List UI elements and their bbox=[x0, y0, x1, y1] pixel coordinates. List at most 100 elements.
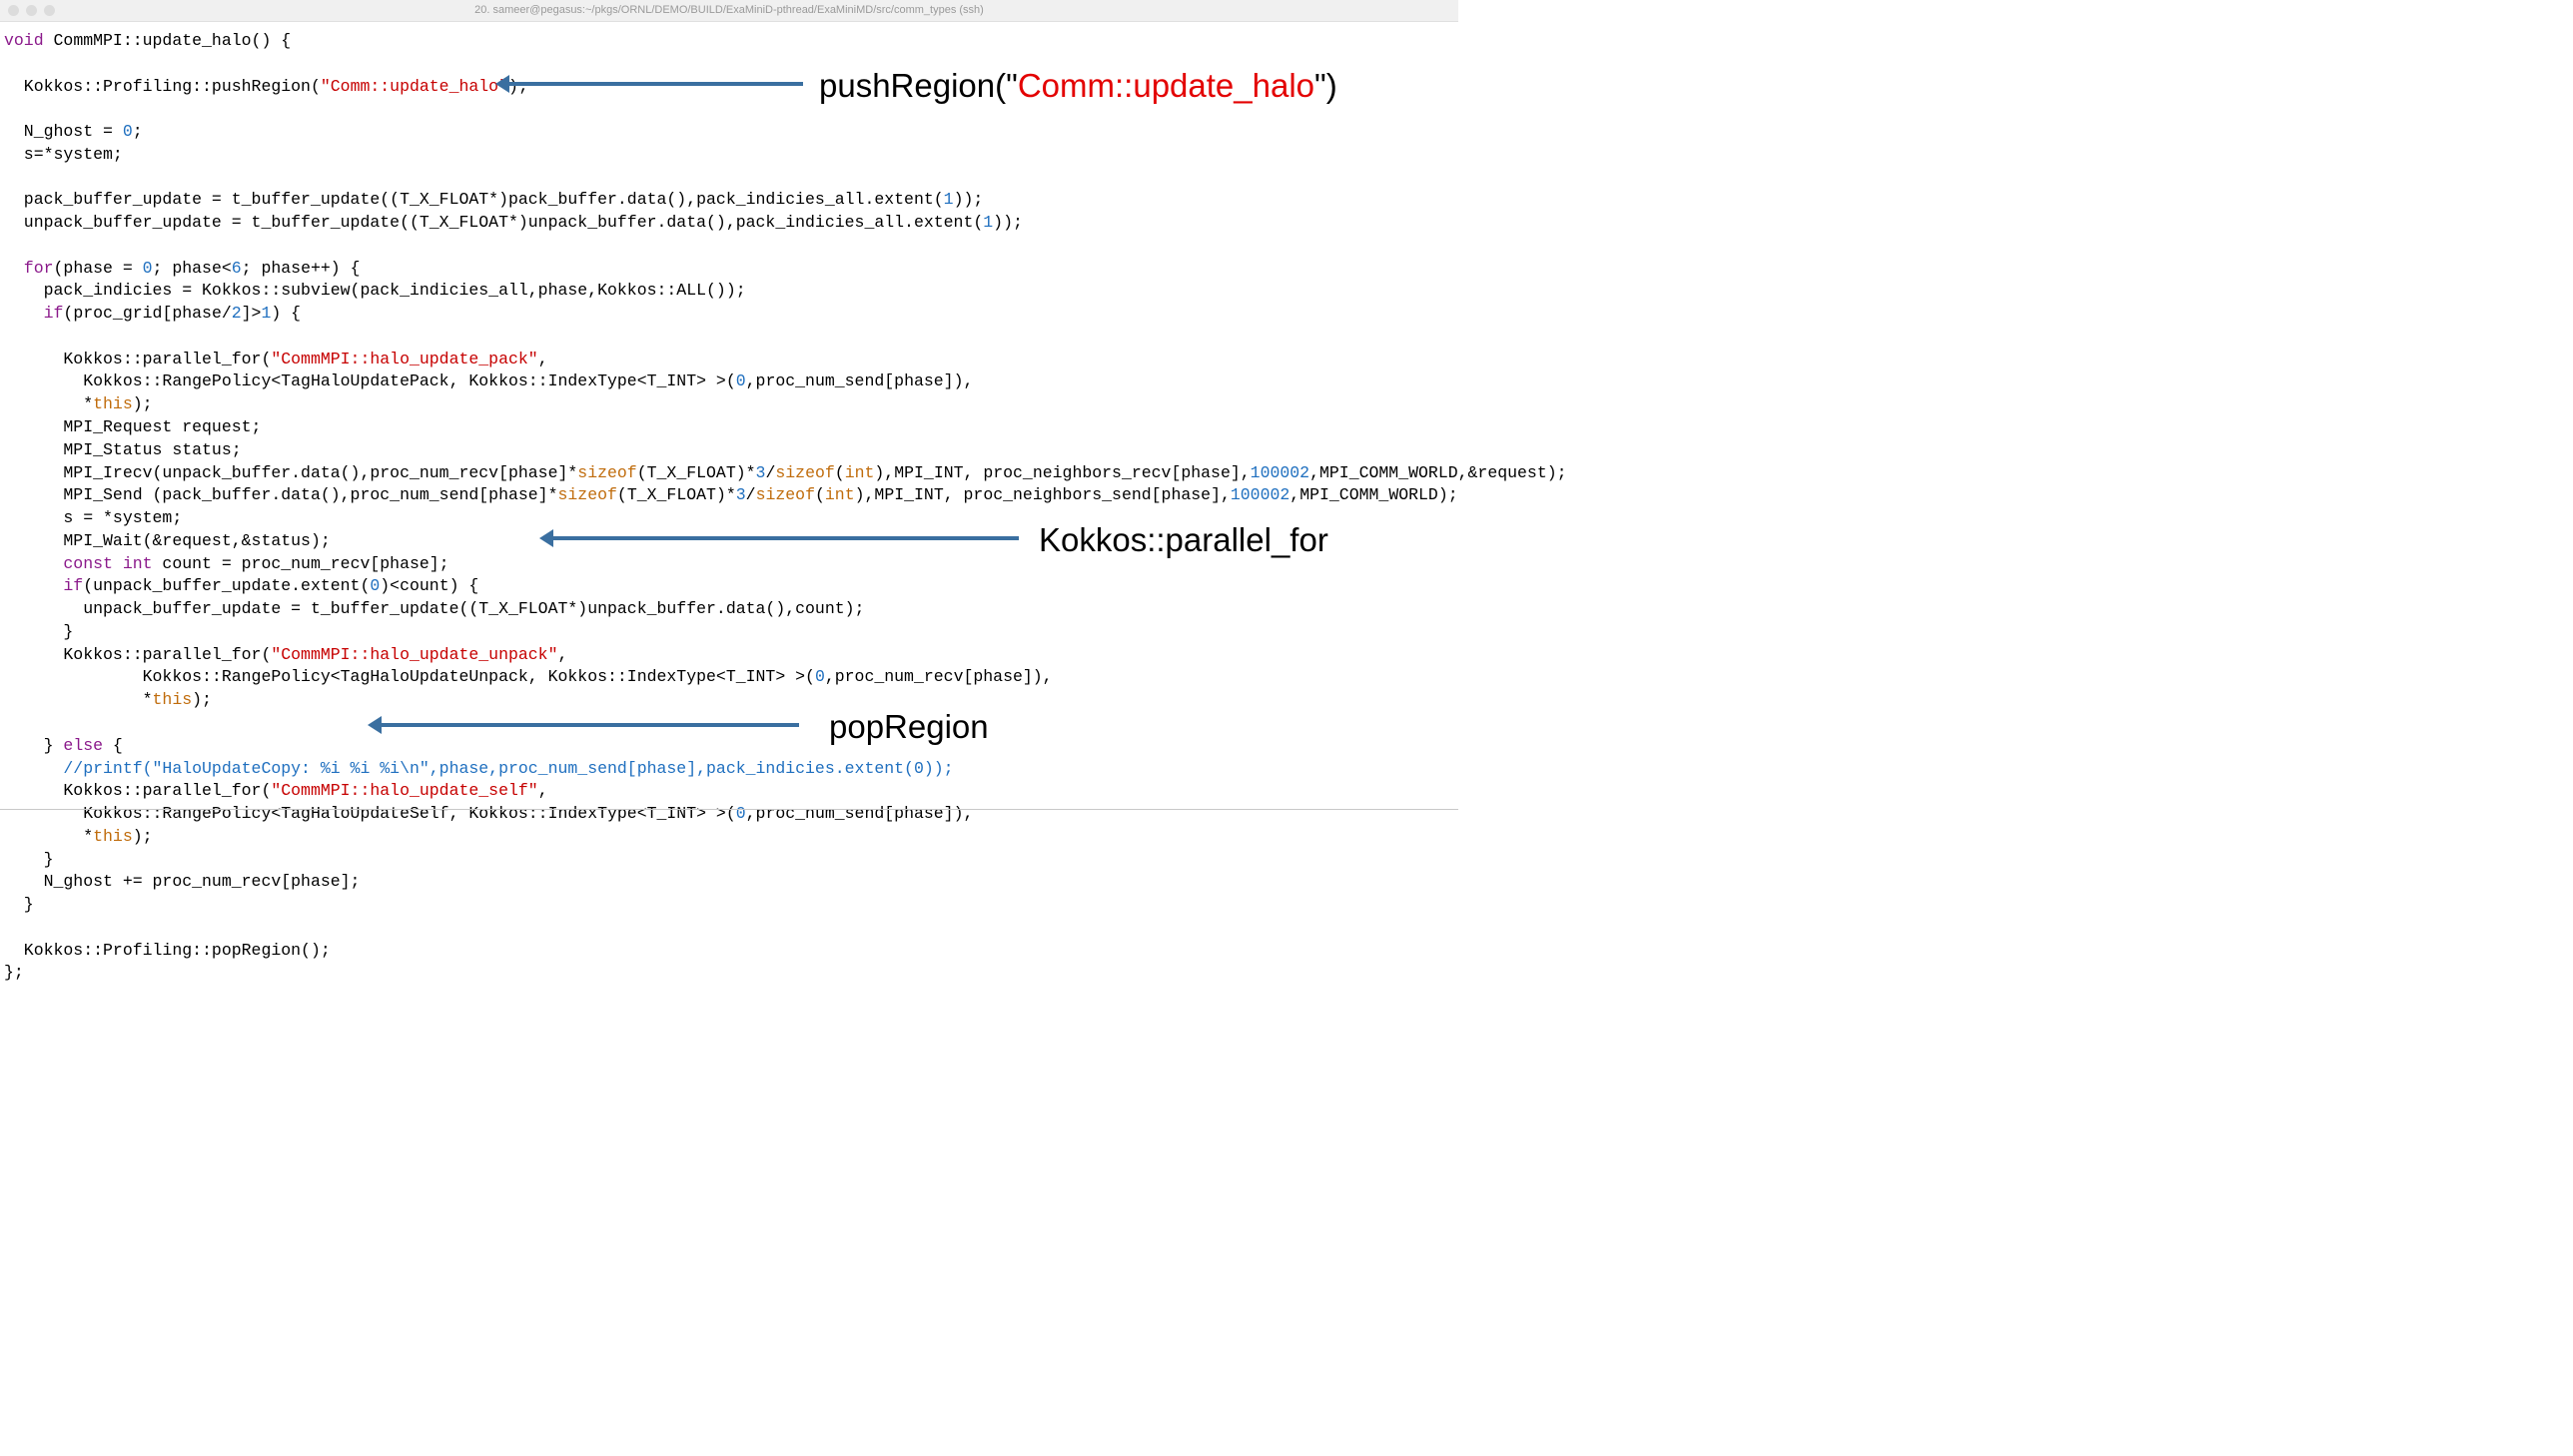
string-literal: "CommMPI::halo_update_pack" bbox=[271, 350, 537, 368]
code-text: )); bbox=[993, 213, 1023, 232]
code-text: unpack_buffer_update = t_buffer_update((… bbox=[4, 599, 864, 618]
number-literal: 0 bbox=[143, 259, 153, 278]
number-literal: 0 bbox=[736, 804, 746, 823]
number-literal: 6 bbox=[232, 259, 242, 278]
code-text: )); bbox=[954, 190, 984, 209]
window-controls[interactable] bbox=[8, 5, 55, 16]
code-text: ); bbox=[133, 827, 153, 846]
code-text: ]> bbox=[242, 304, 262, 323]
code-text: MPI_Irecv(unpack_buffer.data(),proc_num_… bbox=[4, 463, 577, 482]
zoom-icon[interactable] bbox=[44, 5, 55, 16]
code-text: pack_indicies = Kokkos::subview(pack_ind… bbox=[4, 281, 746, 300]
code-text: MPI_Send (pack_buffer.data(),proc_num_se… bbox=[4, 485, 558, 504]
arrow-icon bbox=[380, 723, 799, 727]
code-text: ; phase++) { bbox=[242, 259, 361, 278]
keyword-else: else bbox=[63, 736, 103, 755]
code-text: s=*system; bbox=[4, 145, 123, 164]
code-text: count = proc_num_recv[phase]; bbox=[153, 554, 449, 573]
code-text: ; bbox=[133, 122, 143, 141]
annotation-pop-region: popRegion bbox=[829, 704, 989, 750]
keyword-const-int: const int bbox=[4, 554, 153, 573]
code-text: unpack_buffer_update = t_buffer_update((… bbox=[4, 213, 983, 232]
code-text: Kokkos::parallel_for( bbox=[4, 350, 271, 368]
string-literal: "Comm::update_halo" bbox=[321, 77, 508, 96]
keyword-if: if bbox=[4, 304, 63, 323]
keyword-sizeof: sizeof bbox=[775, 463, 834, 482]
number-literal: 1 bbox=[983, 213, 993, 232]
number-literal: 3 bbox=[756, 463, 766, 482]
code-text: Kokkos::RangePolicy<TagHaloUpdateSelf, K… bbox=[4, 804, 736, 823]
code-text: ,proc_num_send[phase]), bbox=[746, 371, 974, 390]
code-viewer[interactable]: void CommMPI::update_halo() { Kokkos::Pr… bbox=[0, 22, 1458, 989]
annotation-parallel-for: Kokkos::parallel_for bbox=[1039, 517, 1328, 563]
keyword-int: int bbox=[825, 485, 855, 504]
code-text: Kokkos::parallel_for( bbox=[4, 781, 271, 800]
code-text: N_ghost += proc_num_recv[phase]; bbox=[4, 872, 360, 891]
code-text: Kokkos::Profiling::popRegion(); bbox=[4, 941, 331, 960]
close-icon[interactable] bbox=[8, 5, 19, 16]
keyword-this: this bbox=[93, 394, 133, 413]
keyword-for: for bbox=[4, 259, 54, 278]
code-text: ); bbox=[192, 690, 212, 709]
minimize-icon[interactable] bbox=[26, 5, 37, 16]
number-literal: 1 bbox=[261, 304, 271, 323]
arrow-icon bbox=[551, 536, 1019, 540]
number-literal: 100002 bbox=[1251, 463, 1309, 482]
code-text: ,MPI_COMM_WORLD,&request); bbox=[1309, 463, 1566, 482]
keyword-if: if bbox=[4, 576, 83, 595]
code-text: , bbox=[538, 350, 548, 368]
code-text: / bbox=[765, 463, 775, 482]
code-text: ); bbox=[508, 77, 528, 96]
number-literal: 2 bbox=[232, 304, 242, 323]
keyword-int: int bbox=[845, 463, 875, 482]
code-text: Kokkos::Profiling::pushRegion( bbox=[4, 77, 321, 96]
code-text: ( bbox=[835, 463, 845, 482]
code-text: Kokkos::RangePolicy<TagHaloUpdateUnpack,… bbox=[4, 667, 815, 686]
code-text: MPI_Request request; bbox=[4, 417, 261, 436]
keyword-sizeof: sizeof bbox=[558, 485, 617, 504]
code-text: )<count) { bbox=[380, 576, 478, 595]
annotation-push-region: pushRegion("Comm::update_halo") bbox=[819, 63, 1337, 109]
code-text: MPI_Status status; bbox=[4, 440, 242, 459]
code-text: } bbox=[4, 736, 63, 755]
string-literal: "CommMPI::halo_update_unpack" bbox=[271, 645, 557, 664]
code-text: Kokkos::RangePolicy<TagHaloUpdatePack, K… bbox=[4, 371, 736, 390]
code-text: ),MPI_INT, proc_neighbors_recv[phase], bbox=[874, 463, 1250, 482]
comment: //printf("HaloUpdateCopy: %i %i %i\n",ph… bbox=[4, 759, 954, 778]
keyword-this: this bbox=[153, 690, 193, 709]
code-text: } bbox=[4, 622, 73, 641]
code-text: ( bbox=[815, 485, 825, 504]
code-text: / bbox=[746, 485, 756, 504]
number-literal: 0 bbox=[370, 576, 380, 595]
code-text: , bbox=[558, 645, 568, 664]
string-literal: "CommMPI::halo_update_self" bbox=[271, 781, 537, 800]
window-title: 20. sameer@pegasus:~/pkgs/ORNL/DEMO/BUIL… bbox=[474, 3, 984, 18]
code-text: ) { bbox=[271, 304, 301, 323]
number-literal: 1 bbox=[944, 190, 954, 209]
number-literal: 3 bbox=[736, 485, 746, 504]
code-text: (unpack_buffer_update.extent( bbox=[83, 576, 370, 595]
code-text: * bbox=[4, 690, 153, 709]
code-text: (phase = bbox=[54, 259, 143, 278]
keyword-this: this bbox=[93, 827, 133, 846]
code-text: * bbox=[4, 827, 93, 846]
code-text: } bbox=[4, 895, 34, 914]
code-text: ,proc_num_recv[phase]), bbox=[825, 667, 1053, 686]
code-text: (proc_grid[phase/ bbox=[63, 304, 231, 323]
window-titlebar: 20. sameer@pegasus:~/pkgs/ORNL/DEMO/BUIL… bbox=[0, 0, 1458, 22]
code-text: Kokkos::parallel_for( bbox=[4, 645, 271, 664]
code-text: (T_X_FLOAT)* bbox=[637, 463, 756, 482]
code-text: , bbox=[538, 781, 548, 800]
number-literal: 0 bbox=[815, 667, 825, 686]
code-text: ,MPI_COMM_WORLD); bbox=[1289, 485, 1457, 504]
code-text: ; phase< bbox=[153, 259, 232, 278]
code-text: N_ghost = bbox=[4, 122, 123, 141]
code-text: s = *system; bbox=[4, 508, 182, 527]
keyword-sizeof: sizeof bbox=[756, 485, 815, 504]
arrow-icon bbox=[507, 82, 803, 86]
number-literal: 0 bbox=[736, 371, 746, 390]
code-text: MPI_Wait(&request,&status); bbox=[4, 531, 331, 550]
keyword-sizeof: sizeof bbox=[577, 463, 636, 482]
number-literal: 0 bbox=[123, 122, 133, 141]
code-text: * bbox=[4, 394, 93, 413]
